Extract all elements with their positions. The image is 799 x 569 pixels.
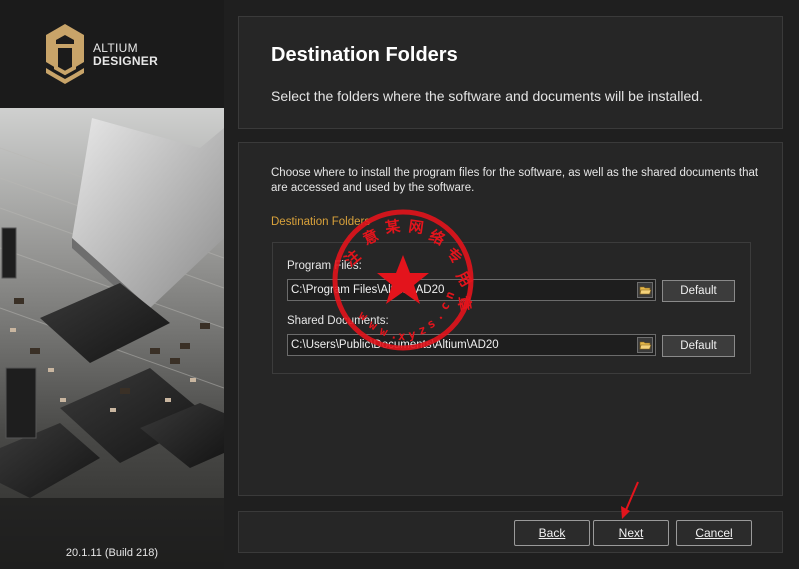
altium-logo-icon (46, 24, 84, 84)
svg-text:章: 章 (454, 295, 474, 313)
svg-text:y: y (407, 327, 416, 342)
svg-text:w: w (356, 308, 371, 324)
svg-text:络: 络 (426, 226, 447, 249)
logo-area: ALTIUM DESIGNER (0, 0, 224, 108)
version-label: 20.1.11 (Build 218) (65, 547, 159, 559)
shared-documents-browse-button[interactable] (637, 337, 653, 353)
svg-text:某: 某 (384, 217, 402, 237)
svg-text:w: w (367, 317, 381, 333)
header-panel: Destination Folders Select the folders w… (238, 16, 783, 129)
folder-icon (639, 341, 652, 350)
svg-text:w: w (378, 324, 390, 340)
page-subtitle: Select the folders where the software an… (271, 88, 703, 104)
svg-text:意: 意 (360, 226, 381, 249)
cancel-button[interactable]: Cancel (676, 520, 752, 546)
content-panel: Choose where to install the program file… (238, 142, 783, 496)
sidebar: ALTIUM DESIGNER 20.1.11 (Build 218) (0, 0, 224, 569)
page-title: Destination Folders (271, 44, 458, 66)
svg-text:x: x (398, 329, 406, 343)
program-files-browse-button[interactable] (637, 282, 653, 298)
red-arrow-icon (621, 481, 639, 519)
program-files-default-button[interactable]: Default (662, 280, 735, 302)
logo-text: ALTIUM DESIGNER (93, 42, 158, 68)
installer-window: ALTIUM DESIGNER 20.1.11 (Build 218) Dest… (0, 0, 799, 569)
pcb-image (0, 108, 224, 569)
logo-line2: DESIGNER (93, 54, 159, 68)
back-button[interactable]: Back (514, 520, 590, 546)
svg-text:n: n (442, 289, 458, 301)
watermark-stamp: 注 意 某 网 络 专 用 章 w w w . x y z s . c n (332, 209, 476, 351)
cancel-button-label: Cancel (695, 526, 733, 540)
folder-icon (639, 286, 652, 295)
svg-text:z: z (417, 322, 428, 338)
svg-text:网: 网 (407, 217, 424, 237)
description-text: Choose where to install the program file… (271, 167, 759, 194)
back-button-label: Back (538, 526, 566, 540)
footer-panel: Back Next Cancel (238, 511, 783, 553)
shared-documents-default-button[interactable]: Default (662, 335, 735, 357)
next-button[interactable]: Next (593, 520, 669, 546)
next-button-label: Next (618, 526, 644, 540)
